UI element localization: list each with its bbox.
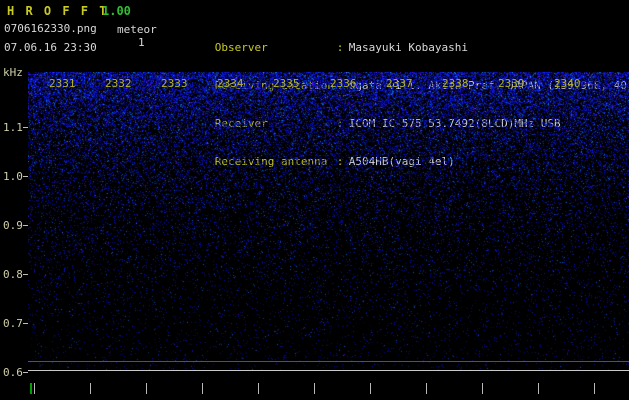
mode-label: meteor (117, 23, 157, 36)
signal-baseline (28, 370, 629, 371)
freq-axis-tick (23, 274, 28, 275)
minute-tick (34, 383, 35, 394)
time-axis-label: 2331 (49, 77, 76, 90)
time-axis-label: 2333 (161, 77, 188, 90)
freq-axis-tick (23, 225, 28, 226)
info-value: Masayuki Kobayashi (348, 41, 468, 54)
time-axis-label: 2338 (442, 77, 469, 90)
app-title: H R O F F T (7, 4, 109, 18)
minute-tick (426, 383, 427, 394)
minute-tick (538, 383, 539, 394)
time-axis-label: 2339 (498, 77, 525, 90)
time-axis-label: 2334 (217, 77, 244, 90)
time-axis-label: 2340 (554, 77, 581, 90)
minute-tick (482, 383, 483, 394)
minute-tick (146, 383, 147, 394)
freq-axis-tick (23, 127, 28, 128)
freq-axis-label: 0.7 (3, 317, 23, 330)
freq-axis-tick (23, 176, 28, 177)
spectrogram-canvas (28, 72, 629, 370)
freq-axis-label: 0.6 (3, 366, 23, 379)
minute-tick (90, 383, 91, 394)
freq-axis-tick (23, 372, 28, 373)
freq-axis-label: 1.0 (3, 170, 23, 183)
freq-unit-label: kHz (3, 66, 23, 79)
info-row-observer: Observer: Masayuki Kobayashi (175, 30, 627, 54)
info-colon: : (336, 41, 344, 54)
time-axis-label: 2332 (105, 77, 132, 90)
time-axis-label: 2336 (330, 77, 357, 90)
minute-tick (370, 383, 371, 394)
level-graph-trace (28, 361, 629, 362)
output-filename: 0706162330.png (4, 22, 97, 35)
minute-tick (594, 383, 595, 394)
freq-axis-label: 1.1 (3, 121, 23, 134)
minute-tick (258, 383, 259, 394)
time-axis-label: 2337 (386, 77, 413, 90)
timestamp: 07.06.16 23:30 (4, 41, 97, 54)
current-time-marker (30, 383, 32, 394)
freq-axis-tick (23, 323, 28, 324)
info-label: Observer (214, 41, 268, 54)
meteor-count: 1 (138, 36, 145, 49)
freq-axis-label: 0.9 (3, 219, 23, 232)
app-version: 1.00 (102, 4, 131, 18)
hrofft-screen: H R O F F T 1.00 0706162330.png meteor 1… (0, 0, 629, 400)
freq-axis-label: 0.8 (3, 268, 23, 281)
minute-tick (202, 383, 203, 394)
time-axis-label: 2335 (273, 77, 300, 90)
minute-tick (314, 383, 315, 394)
